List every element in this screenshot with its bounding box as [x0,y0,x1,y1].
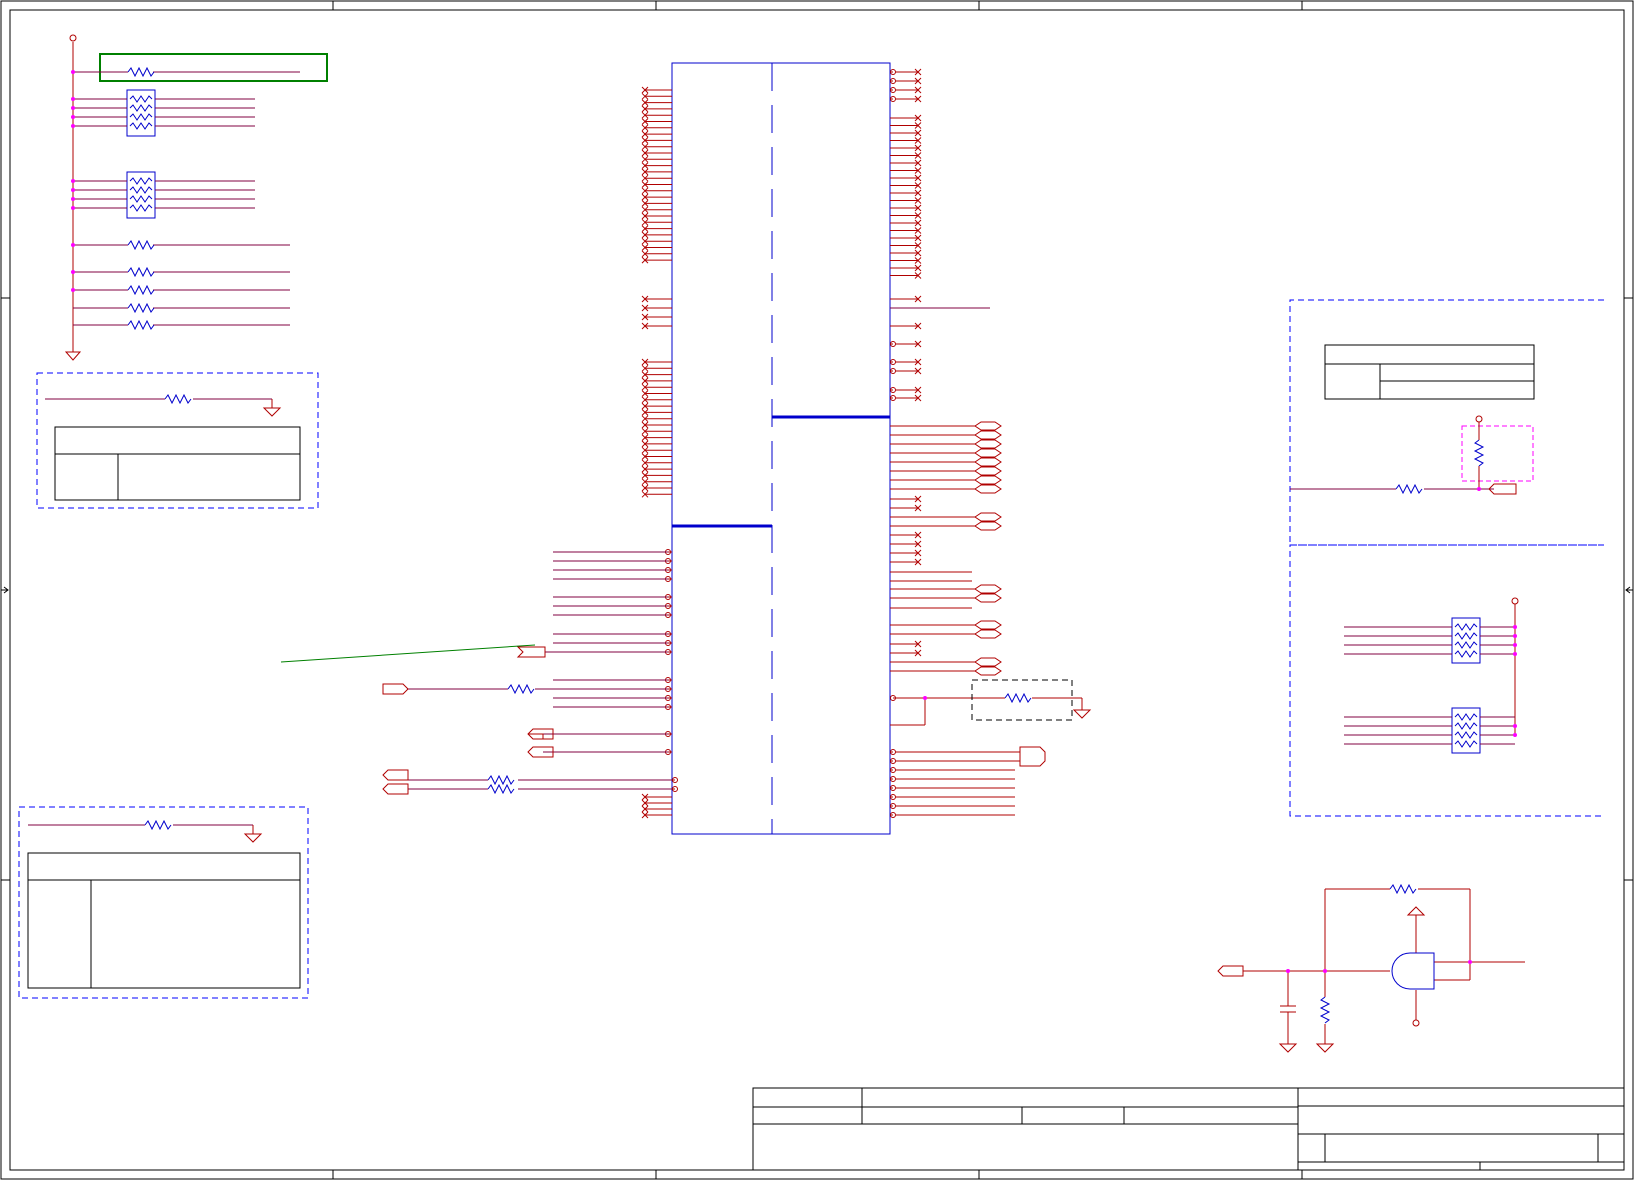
highlight-box [99,53,328,82]
schematic-sheet [0,0,1634,1180]
ic-left-resistors [487,683,535,795]
termination-box [971,679,1073,721]
sheet-frame [0,0,1634,1180]
annotation-leader [280,644,536,663]
pulldown-network-box [1289,544,1604,817]
ic-left-signals [407,551,672,790]
reset-strap-box [1289,299,1604,546]
ic-pin-group [641,68,922,819]
right-bus-group [890,421,1046,816]
title-block [752,1087,1625,1171]
pullup-resistor-group [64,34,328,361]
reset-and-gate-circuit [1217,883,1525,1053]
termination-resistor [1004,692,1032,704]
and-gate [1391,952,1435,990]
ic-left-connectors [382,646,554,795]
config-note-box [18,806,309,999]
main-ic [641,62,922,835]
strap-note-box [36,372,319,509]
